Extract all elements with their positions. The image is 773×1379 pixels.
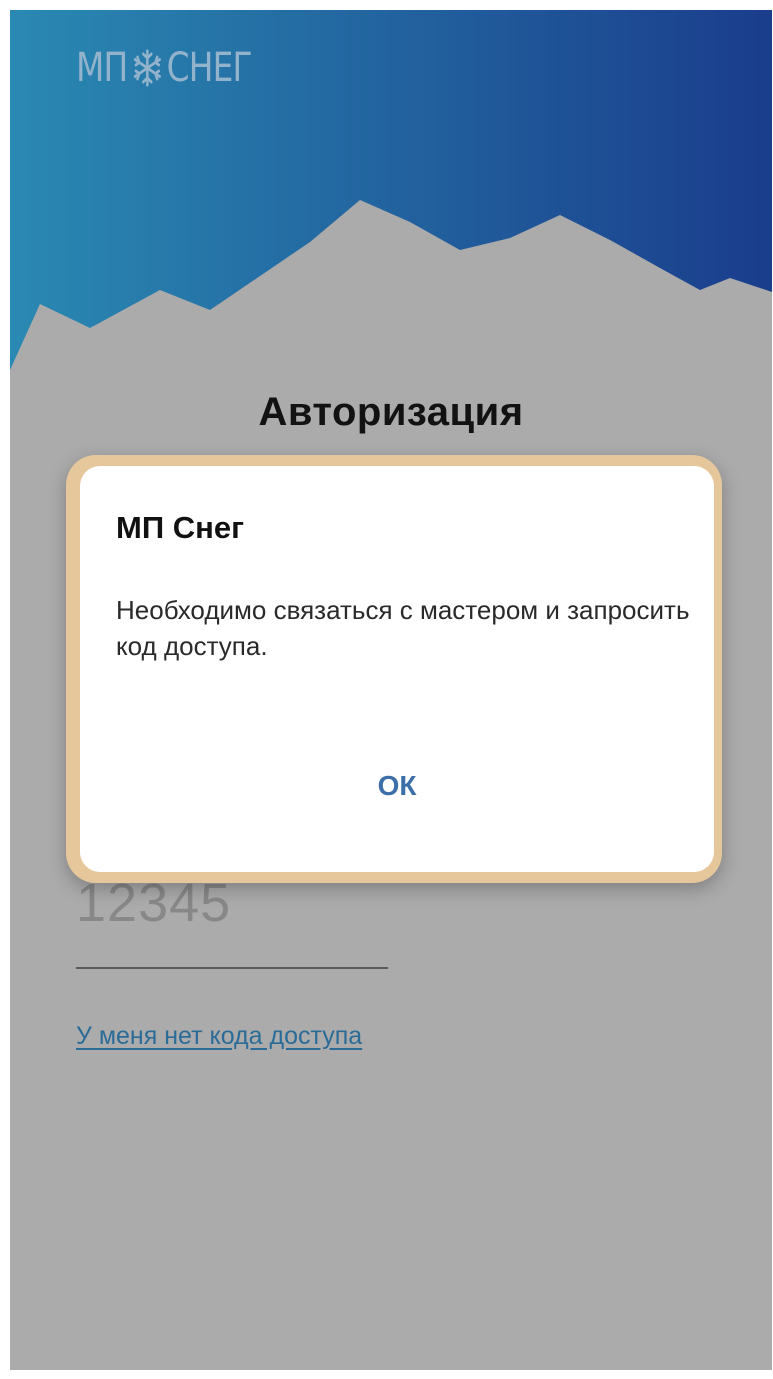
app-logo: МП СНЕГ	[76, 40, 253, 96]
ok-button[interactable]: ОК	[80, 756, 714, 816]
dialog-message: Необходимо связаться с мастером и запрос…	[116, 595, 690, 661]
dialog-title: МП Снег	[116, 510, 244, 545]
snowflake-icon	[133, 49, 161, 87]
access-code-underline	[76, 967, 388, 969]
page-title: Авторизация	[258, 390, 524, 434]
logo-text-right: СНЕГ	[166, 45, 253, 91]
logo-text-left: МП	[76, 45, 128, 91]
alert-dialog: МП Снег Необходимо связаться с мастером …	[80, 466, 714, 872]
no-access-code-link[interactable]: У меня нет кода доступа	[76, 1022, 362, 1051]
